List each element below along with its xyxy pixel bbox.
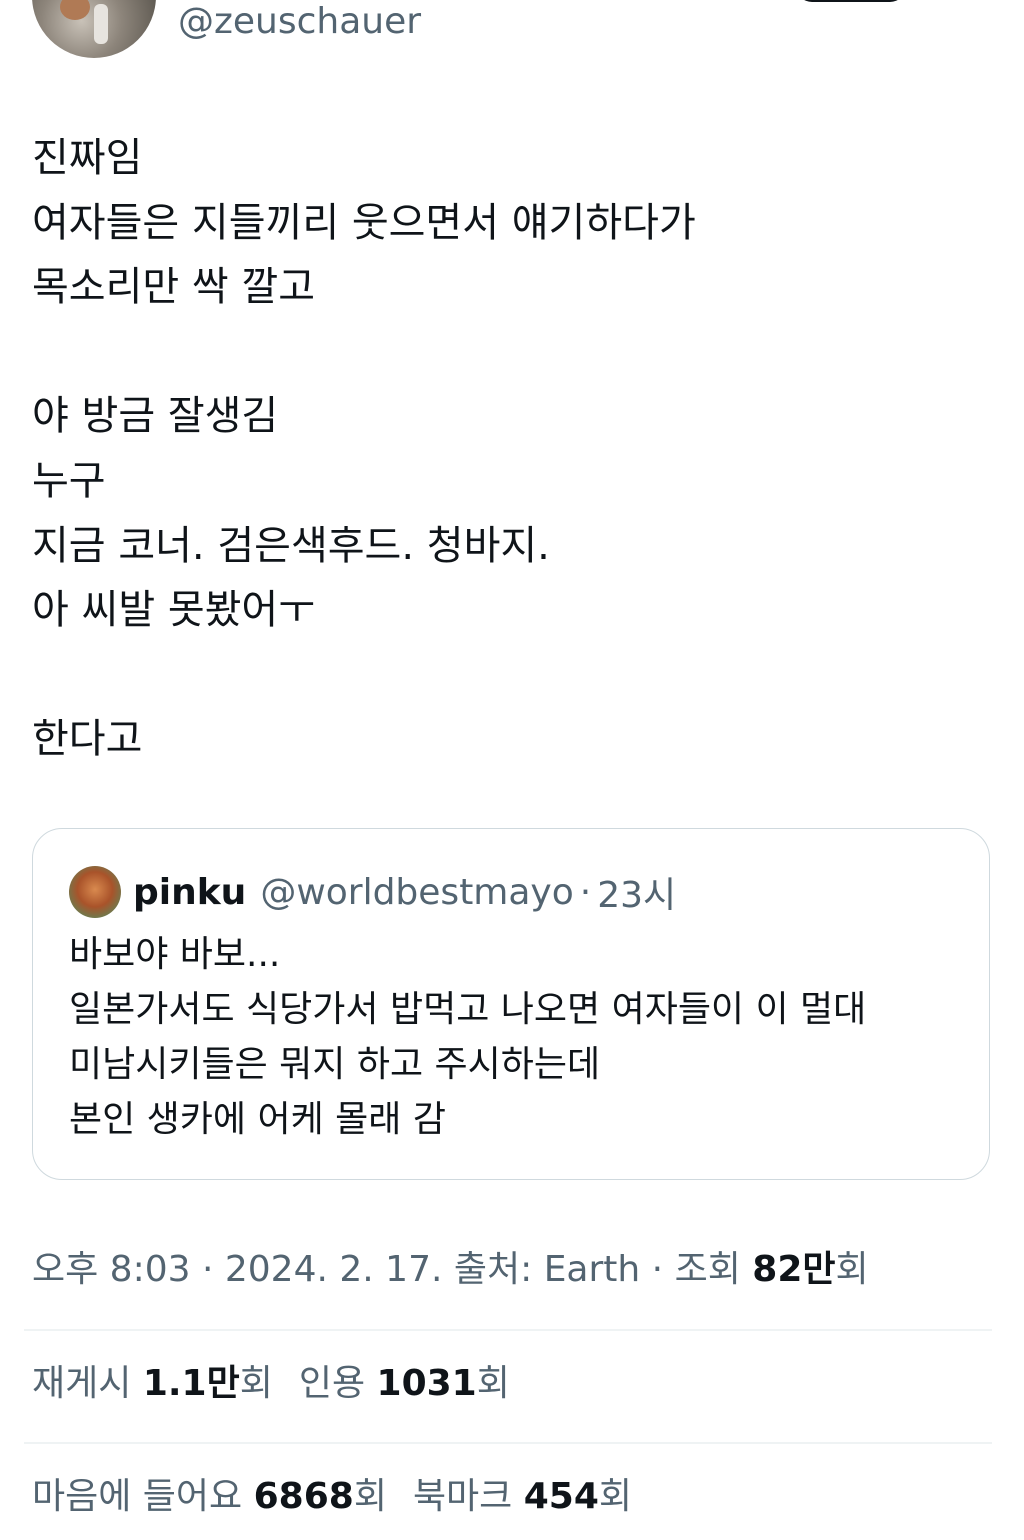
likes-label: 마음에 들어요	[32, 1476, 254, 1517]
reposts-label: 재게시	[32, 1363, 143, 1404]
quoted-line: 바보야 바보...	[69, 934, 281, 975]
source-value: Earth	[543, 1249, 641, 1290]
tweet-line: 지금 코너. 검은색후드. 청바지.	[32, 522, 550, 569]
avatar-detail	[60, 0, 90, 20]
quoted-tweet-text: 바보야 바보... 일본가서도 식당가서 밥먹고 나오면 여자들이 이 멀대 미…	[69, 927, 959, 1147]
tweet-line: 아 씨발 못봤어ㅜ	[32, 587, 316, 634]
bookmarks-stat[interactable]: 북마크 454회	[413, 1476, 632, 1517]
reposts-count: 1.1만	[142, 1363, 240, 1404]
tweet-line	[32, 320, 992, 385]
likes-count: 6868	[253, 1476, 354, 1517]
tweet-line	[32, 643, 992, 708]
reposts-suffix: 회	[239, 1363, 273, 1404]
tweet-metadata: 오후 8:03 · 2024. 2. 17. 출처: Earth · 조회 82…	[32, 1244, 869, 1296]
avatar-detail	[94, 4, 108, 44]
divider	[24, 1329, 992, 1331]
quoted-tweet-card[interactable]: pinku @worldbestmayo · 23시 바보야 바보... 일본가…	[32, 828, 990, 1180]
tweet-text: 진짜임 여자들은 지들끼리 웃으면서 얘기하다가 목소리만 싹 깔고 야 방금 …	[32, 126, 992, 772]
bookmarks-label: 북마크	[412, 1476, 524, 1517]
quoted-tweet-header: pinku @worldbestmayo · 23시	[69, 865, 676, 919]
tweet-line: 목소리만 싹 깔고	[32, 264, 316, 311]
bookmarks-suffix: 회	[598, 1476, 633, 1517]
quotes-suffix: 회	[476, 1363, 510, 1404]
meta-separator: ·	[190, 1249, 225, 1290]
tweet-line: 한다고	[32, 716, 143, 763]
post-date[interactable]: 2024. 2. 17.	[225, 1249, 443, 1290]
quoted-line: 미남시키들은 뭐지 하고 주시하는데	[69, 1044, 601, 1085]
reposts-stat[interactable]: 재게시 1.1만회	[32, 1363, 273, 1404]
engagement-row: 마음에 들어요 6868회 북마크 454회	[32, 1471, 658, 1523]
engagement-row: 재게시 1.1만회 인용 1031회	[32, 1358, 536, 1410]
bookmarks-count: 454	[523, 1476, 599, 1517]
tweet-line: 진짜임	[32, 135, 143, 181]
likes-suffix: 회	[353, 1476, 387, 1517]
source-label: 출처:	[442, 1249, 544, 1290]
tweet-line: 누구	[32, 457, 106, 504]
divider	[24, 1442, 992, 1444]
quoted-separator: ·	[579, 871, 592, 913]
quoted-author-name[interactable]: pinku	[133, 872, 246, 913]
author-handle[interactable]: @zeuschauer	[178, 0, 421, 44]
views-label: 조회	[674, 1249, 753, 1290]
views-count: 82만	[752, 1249, 836, 1290]
likes-stat[interactable]: 마음에 들어요 6868회	[32, 1476, 387, 1517]
follow-button[interactable]	[796, 0, 906, 2]
post-time[interactable]: 오후 8:03	[32, 1249, 191, 1290]
meta-separator: ·	[640, 1249, 675, 1290]
tweet-line: 여자들은 지들끼리 웃으면서 얘기하다가	[32, 199, 696, 246]
quotes-label: 인용	[298, 1363, 377, 1404]
quoted-time[interactable]: 23시	[597, 866, 676, 918]
quoted-line: 본인 생카에 어케 몰래 감	[69, 1099, 446, 1140]
quotes-count: 1031	[376, 1363, 477, 1404]
author-avatar[interactable]	[32, 0, 156, 58]
quoted-author-avatar[interactable]	[69, 866, 121, 918]
quoted-line: 일본가서도 식당가서 밥먹고 나오면 여자들이 이 멀대	[69, 989, 867, 1030]
views-suffix: 회	[835, 1249, 869, 1290]
quoted-author-handle[interactable]: @worldbestmayo	[260, 872, 573, 913]
tweet-line: 야 방금 잘생김	[32, 393, 279, 440]
quotes-stat[interactable]: 인용 1031회	[299, 1363, 510, 1404]
